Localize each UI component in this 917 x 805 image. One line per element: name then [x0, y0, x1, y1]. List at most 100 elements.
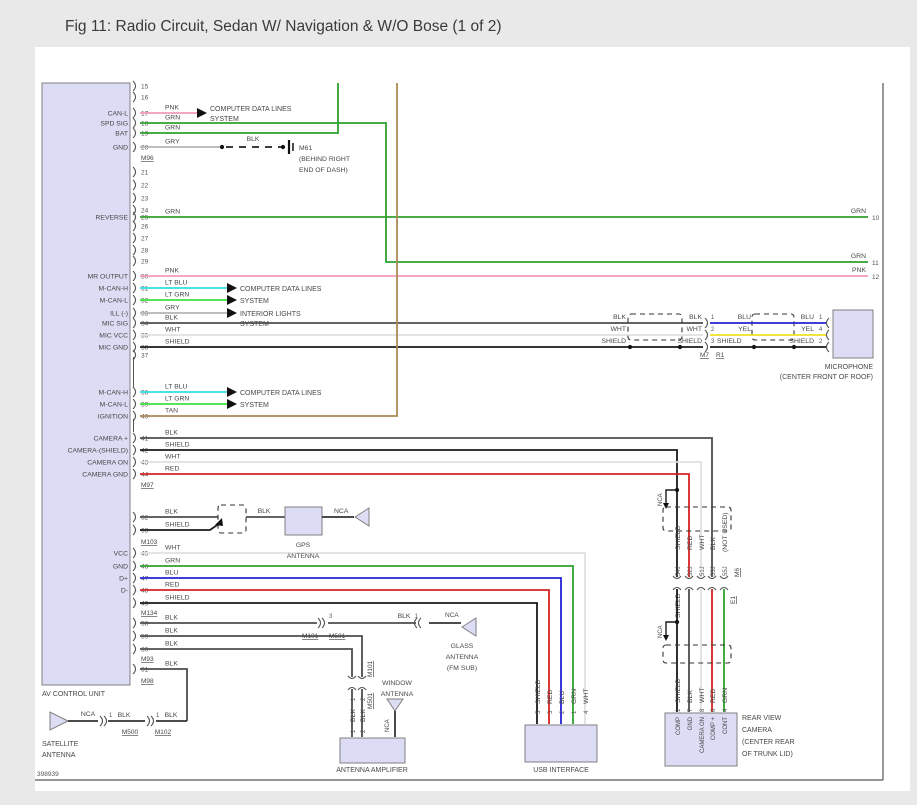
label-av_unit-pins-17-wire: LT GRN	[165, 292, 189, 299]
label-diagram_number: 398939	[37, 771, 59, 778]
label-av_unit-pins-27-num: 42	[141, 448, 149, 455]
label-usb-pins-3-wire: GRN	[571, 689, 578, 704]
label-av_unit-pins-40-num: 61	[141, 667, 149, 674]
label-av_unit-pins-5-wire: GRY	[165, 139, 180, 146]
label-window_antenna-name-1: ANTENNA	[381, 691, 414, 698]
label-av_unit-pins-33-wire: GRN	[165, 558, 180, 565]
wiring-diagram-svg: Fig 11: Radio Circuit, Sedan W/ Navigati…	[0, 0, 917, 805]
label-right_edge-rows-1-wire: GRN	[851, 253, 866, 260]
label-av_unit-pins-27-wire: SHIELD	[165, 442, 190, 449]
junction-dot	[281, 145, 285, 149]
junction-dot	[678, 345, 682, 349]
label-system_links-computer_data_lines-0: COMPUTER DATA LINES	[210, 106, 292, 113]
label-rear_camera-name-0: REAR VIEW	[742, 715, 782, 722]
label-microphone-left_wires-1: WHT	[611, 326, 626, 333]
label-window_antenna-name-0: WINDOW	[382, 680, 412, 687]
label-rear_camera-camera_pins-0-fn: COMP	[676, 717, 682, 735]
label-gps-wire: BLK	[258, 508, 271, 515]
label-system_links-interior_lights-1: SYSTEM	[240, 321, 269, 328]
label-amplifier-name: ANTENNA AMPLIFIER	[336, 767, 408, 774]
label-rear_camera-camera_pins-3-fn: COMP +	[711, 717, 717, 741]
label-rear_camera-name-2: (CENTER REAR	[742, 739, 795, 746]
label-rear_camera-upper_wires-4: (NOT USED)	[722, 512, 729, 552]
label-system_links-computer_data_lines-0: COMPUTER DATA LINES	[240, 286, 322, 293]
label-title: Fig 11: Radio Circuit, Sedan W/ Navigati…	[65, 18, 501, 35]
label-microphone-left_wires-2: SHIELD	[601, 338, 626, 345]
label-rear_camera-camera_pins-4-fn: CONT	[723, 717, 729, 734]
label-glass_antenna-name-2: (FM SUB)	[447, 665, 477, 672]
label-av_unit-pins-39-wire: BLK	[165, 641, 178, 648]
junction-dot	[628, 345, 632, 349]
label-av_unit-pins-34-wire: BLU	[165, 570, 178, 577]
label-m61_ground-wire: BLK	[247, 136, 260, 143]
label-gps-name-0: GPS	[296, 542, 311, 549]
label-av_unit-pins-10-wire: GRN	[165, 209, 180, 216]
label-usb-pins-0-wire: SHIELD	[535, 679, 542, 704]
label-satellite-segments-1-conn: M102	[155, 729, 172, 736]
label-system_links-computer_data_lines-1: SYSTEM	[240, 402, 269, 409]
label-av_unit-pins-28-wire: WHT	[165, 454, 180, 461]
label-av_unit-pins-21-label: MIC GND	[99, 345, 129, 352]
label-av_unit-pins-22-num: 37	[141, 353, 149, 360]
label-av_unit-pins-20-num: 35	[141, 333, 149, 340]
label-av_unit-pins-34-num: 47	[141, 576, 149, 583]
label-usb-pins-1-wire: RED	[547, 690, 554, 704]
label-rear_camera-camera_pins-2-wire: WHT	[699, 688, 706, 703]
label-microphone-left_wires-1: WHT	[687, 326, 702, 333]
label-rear_camera-camera_pins-4-wire: GRN	[722, 688, 729, 703]
label-right_edge-rows-2-pin: 12	[872, 274, 880, 281]
label-av_unit-pins-10-label: REVERSE	[96, 215, 129, 222]
label-av_unit-pins-2-num: 17	[141, 111, 149, 118]
label-av_unit-pins-26-wire: BLK	[165, 430, 178, 437]
label-microphone-left_wires-0: BLK	[689, 314, 702, 321]
label-av_unit-pins-3-label: SPD SIG	[100, 121, 128, 128]
label-av_unit-pins-26-label: CAMERA +	[93, 436, 128, 443]
label-gps-name-1: ANTENNA	[287, 553, 320, 560]
label-av_unit-pins-40-wire: BLK	[165, 661, 178, 668]
label-av_unit-connectors-5: M98	[141, 678, 154, 685]
label-av_unit-pins-4-num: 19	[141, 131, 149, 138]
label-av_unit-pins-31-wire: SHIELD	[165, 522, 190, 529]
label-microphone-right_wires-1: YEL	[738, 326, 751, 333]
label-glass_antenna-name-0: GLASS	[451, 643, 474, 650]
label-av_unit-pins-3-num: 18	[141, 121, 149, 128]
label-rear_camera-name-1: CAMERA	[742, 727, 772, 734]
label-right_edge-rows-2-wire: PNK	[852, 267, 866, 274]
label-av_unit-pins-30-num: 62	[141, 515, 149, 522]
label-av_unit-pins-37-wire: BLK	[165, 615, 178, 622]
label-m61_ground-location-0: (BEHIND RIGHT	[299, 156, 350, 163]
label-satellite-segments-0-wire: BLK	[118, 712, 131, 719]
label-av_unit-pins-21-num: 36	[141, 345, 149, 352]
antenna-amplifier-box	[340, 738, 405, 763]
usb-interface-box	[525, 725, 597, 762]
label-av_unit-pins-3-wire: GRN	[165, 115, 180, 122]
label-av_unit-pins-16-wire: LT BLU	[165, 280, 188, 287]
label-glass_antenna-m501: M501	[329, 633, 346, 640]
label-av_unit-pins-20-wire: WHT	[165, 327, 180, 334]
label-av_unit-pins-18-num: 33	[141, 311, 149, 318]
label-microphone-right_wires-2: SHIELD	[717, 338, 742, 345]
label-satellite-name-0: SATELLITE	[42, 741, 79, 748]
label-av_unit-pins-38-num: 59	[141, 634, 149, 641]
label-av_unit-pins-15-wire: PNK	[165, 268, 179, 275]
label-av_unit-pins-35-wire: RED	[165, 582, 179, 589]
label-av_unit-pins-39-num: 60	[141, 647, 149, 654]
label-rear_camera-upper_wires-2: WHT	[699, 535, 706, 550]
label-microphone-right_wires-2: SHIELD	[789, 338, 814, 345]
label-satellite-name-1: ANTENNA	[42, 752, 76, 759]
label-av_unit-pins-29-wire: RED	[165, 466, 179, 473]
label-av_unit-pins-36-num: 49	[141, 601, 149, 608]
label-av_unit-pins-10-num: 25	[141, 215, 149, 222]
label-av_unit-pins-14-num: 29	[141, 259, 149, 266]
label-av_unit-pins-23-label: M-CAN-H	[99, 390, 129, 397]
label-av_unit-pins-24-label: M-CAN-L	[100, 402, 129, 409]
label-av_unit-pins-6-num: 21	[141, 170, 149, 177]
label-microphone-r1: R1	[716, 352, 725, 359]
label-av_unit-pins-31-num: 63	[141, 528, 149, 535]
label-rear_camera-m6_pins-4: 55J	[723, 566, 729, 576]
label-microphone-name-1: (CENTER FRONT OF ROOF)	[780, 374, 873, 381]
label-av_unit-pins-35-label: D-	[121, 588, 128, 595]
label-system_links-computer_data_lines-0: COMPUTER DATA LINES	[240, 390, 322, 397]
label-av_unit-pins-25-wire: TAN	[165, 408, 178, 415]
label-rear_camera-m6_pins-0: 54J	[676, 566, 682, 576]
